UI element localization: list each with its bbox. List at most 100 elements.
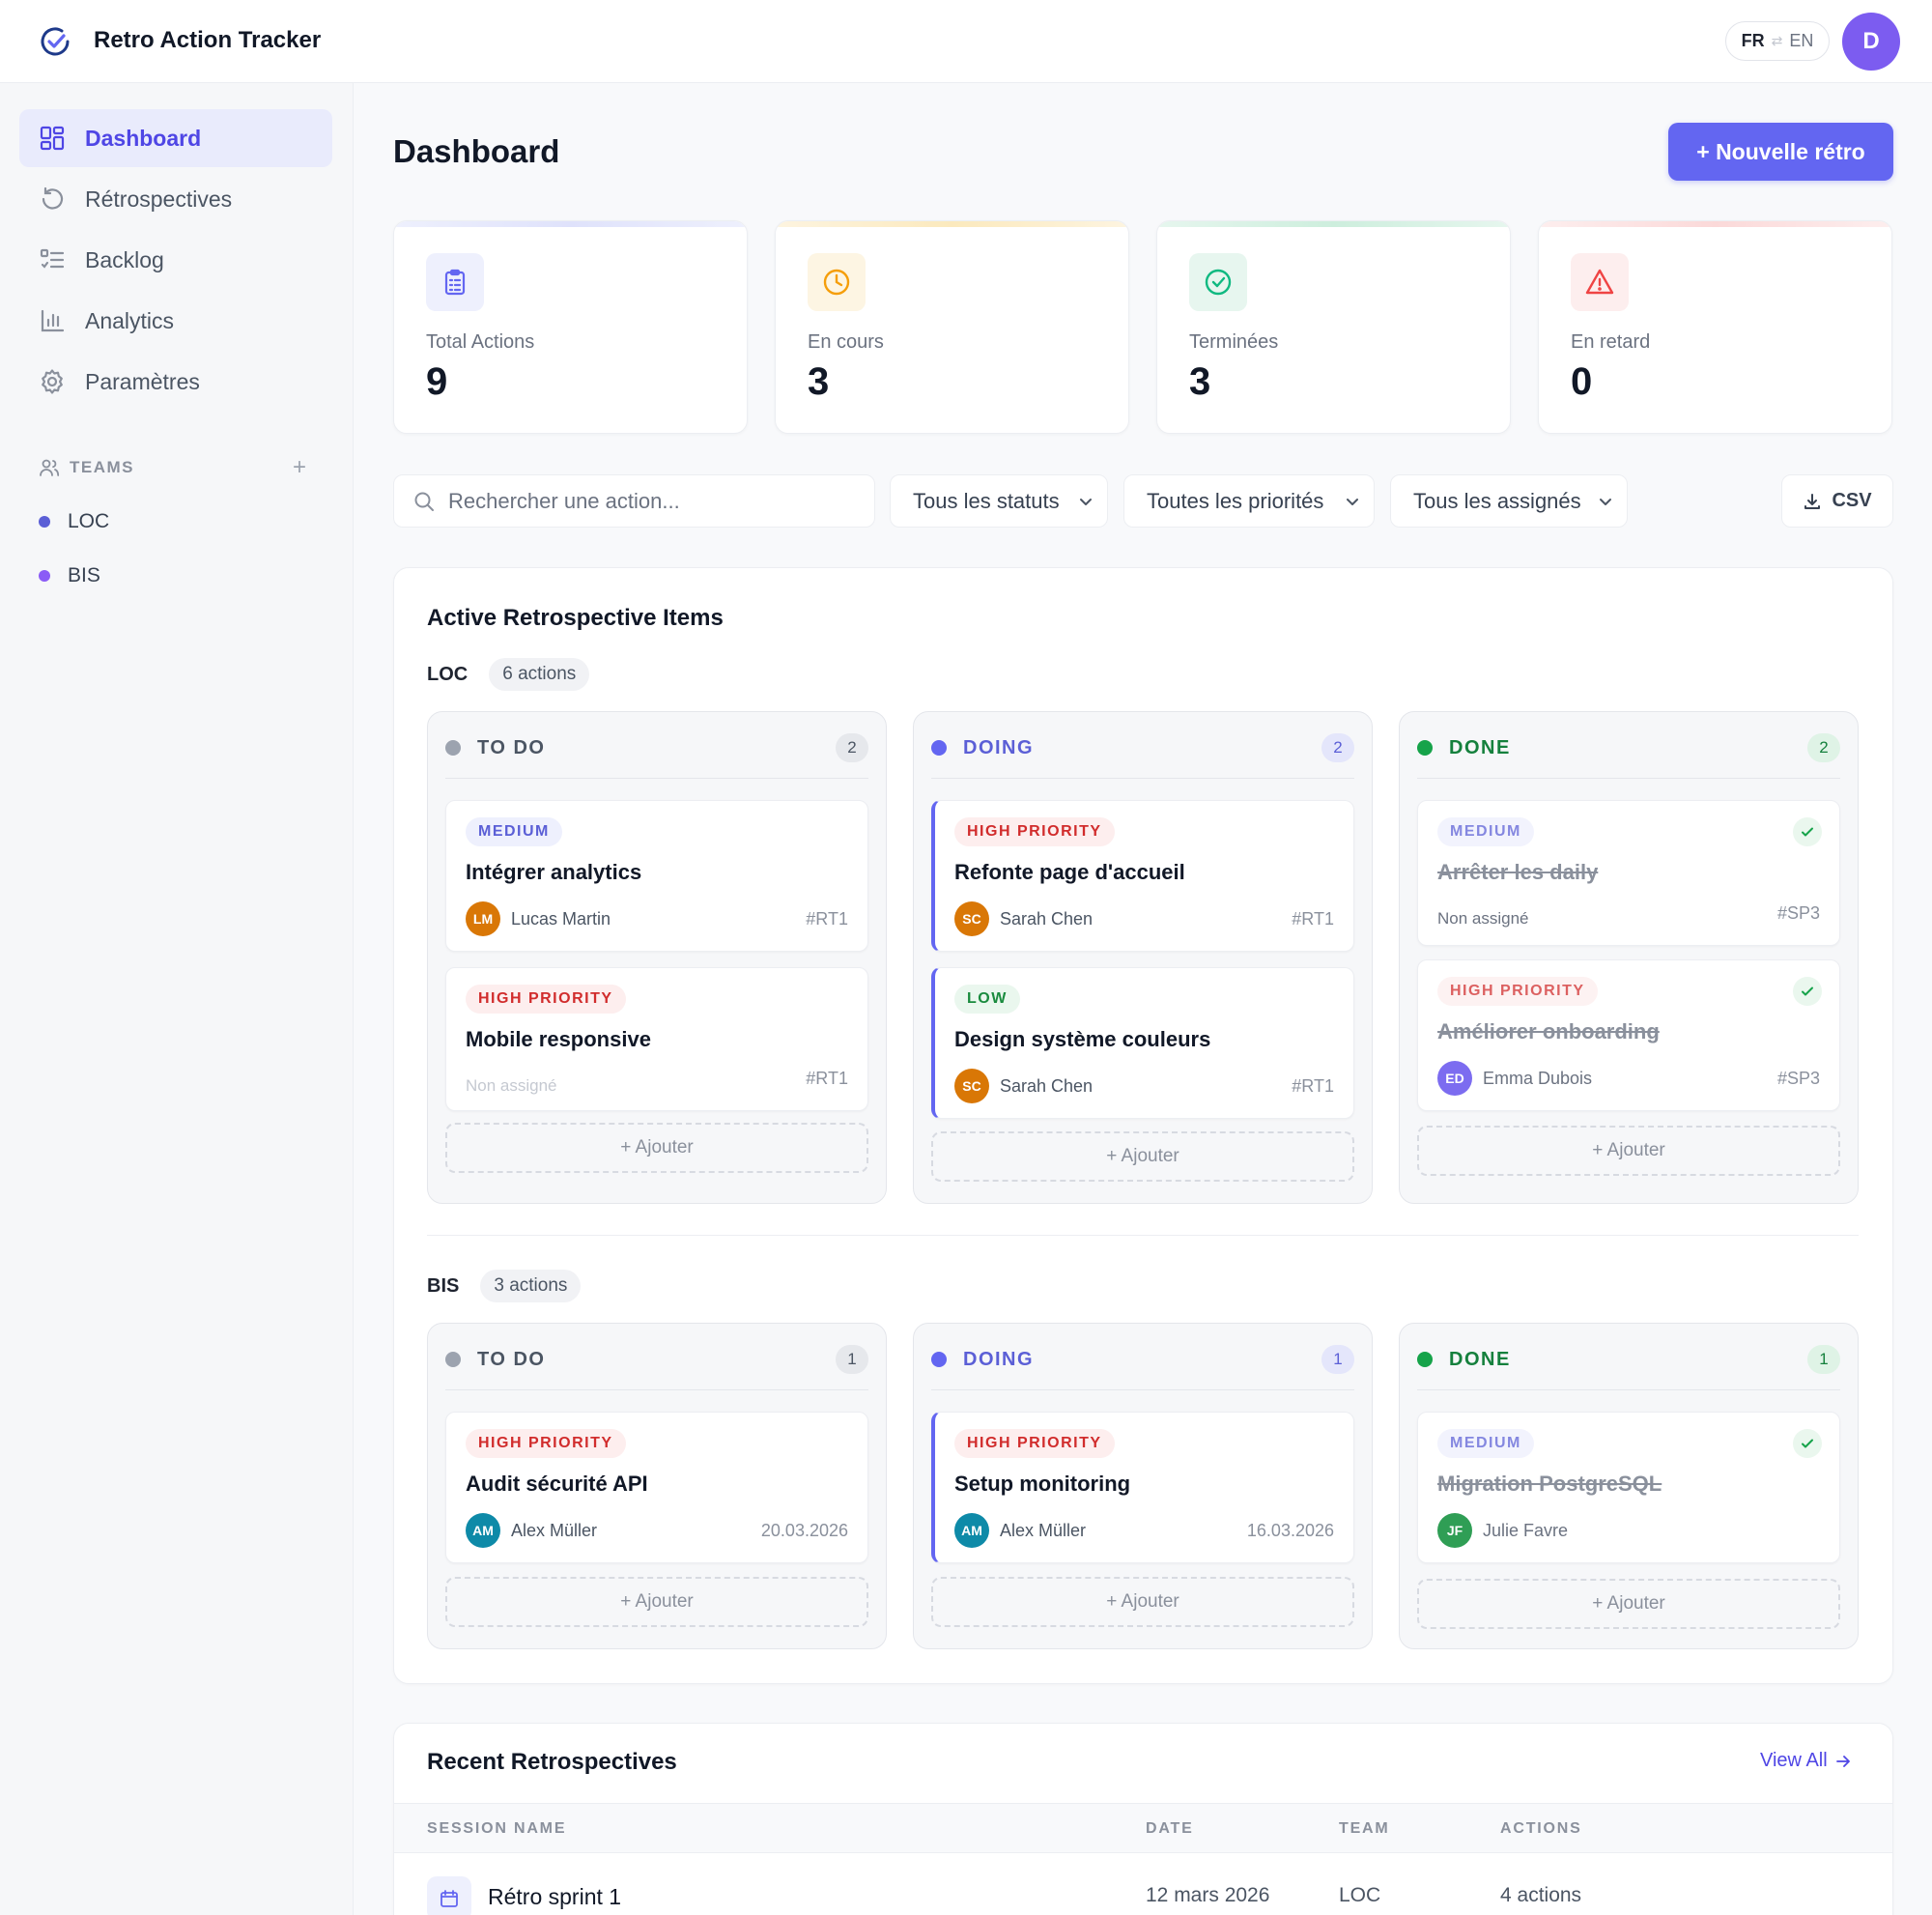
column-count: 1 bbox=[1807, 1345, 1840, 1374]
assignee-name: Non assigné bbox=[466, 1076, 557, 1095]
export-csv-button[interactable]: CSV bbox=[1781, 474, 1893, 528]
action-card[interactable]: MEDIUM Intégrer analytics LM Lucas Marti… bbox=[445, 800, 868, 952]
card-title: Mobile responsive bbox=[466, 1027, 651, 1051]
arrow-right-icon bbox=[1835, 1754, 1851, 1769]
avatar: JF bbox=[1437, 1513, 1472, 1548]
assignee-name: Emma Dubois bbox=[1483, 1068, 1593, 1088]
retro-session-name[interactable]: Rétro sprint 1 bbox=[488, 1884, 621, 1910]
export-label: CSV bbox=[1832, 490, 1872, 511]
sidebar-item-settings[interactable]: Paramètres bbox=[19, 353, 332, 411]
add-card-button[interactable]: + Ajouter bbox=[445, 1123, 868, 1173]
column-name: TO DO bbox=[477, 1348, 546, 1370]
priority-filter-select[interactable]: Toutes les priorités bbox=[1123, 474, 1375, 528]
logo-check-icon[interactable] bbox=[39, 25, 71, 58]
card-due-date: 20.03.2026 bbox=[760, 1521, 848, 1540]
column-header: DOING 2 bbox=[931, 731, 1354, 764]
avatar: ED bbox=[1437, 1061, 1472, 1096]
card-assignee: AM Alex Müller bbox=[954, 1513, 1086, 1548]
priority-badge: HIGH PRIORITY bbox=[466, 985, 626, 1014]
sidebar-team-bis[interactable]: BIS bbox=[39, 561, 100, 590]
group-header-bis: BIS 3 actions bbox=[427, 1270, 582, 1302]
column-count: 2 bbox=[1321, 733, 1354, 762]
column-name: TO DO bbox=[477, 736, 546, 758]
stat-label: En retard bbox=[1571, 331, 1651, 353]
action-card[interactable]: HIGH PRIORITY Améliorer onboarding ED Em… bbox=[1417, 959, 1840, 1111]
column-header: TO DO 1 bbox=[445, 1343, 868, 1376]
sidebar-item-retrospectives[interactable]: Rétrospectives bbox=[19, 170, 332, 228]
action-card[interactable]: MEDIUM Arrêter les daily Non assigné #SP… bbox=[1417, 800, 1840, 946]
team-dot bbox=[39, 516, 50, 528]
column-count: 2 bbox=[836, 733, 868, 762]
add-card-button[interactable]: + Ajouter bbox=[931, 1577, 1354, 1627]
add-card-button[interactable]: + Ajouter bbox=[931, 1131, 1354, 1182]
top-bar: Retro Action Tracker FR ⇄ EN D bbox=[0, 0, 1932, 83]
action-card[interactable]: LOW Design système couleurs SC Sarah Che… bbox=[931, 967, 1354, 1119]
avatar: SC bbox=[954, 1069, 989, 1103]
action-card[interactable]: HIGH PRIORITY Mobile responsive Non assi… bbox=[445, 967, 868, 1111]
action-card[interactable]: HIGH PRIORITY Setup monitoring AM Alex M… bbox=[931, 1412, 1354, 1563]
card-title: Migration PostgreSQL bbox=[1437, 1472, 1662, 1496]
card-title: Audit sécurité API bbox=[466, 1472, 648, 1496]
group-action-count: 3 actions bbox=[480, 1270, 582, 1302]
page-title: Dashboard bbox=[393, 133, 560, 169]
users-icon bbox=[39, 457, 60, 478]
retro-date: 12 mars 2026 bbox=[1146, 1884, 1270, 1906]
status-filter-select[interactable]: Tous les statuts bbox=[890, 474, 1108, 528]
user-avatar[interactable]: D bbox=[1842, 13, 1900, 71]
column-name: DONE bbox=[1449, 1348, 1511, 1370]
stat-label: Terminées bbox=[1189, 331, 1279, 353]
assignee-name: Sarah Chen bbox=[1000, 1075, 1094, 1096]
column-divider bbox=[1417, 778, 1840, 779]
teams-header: TEAMS + bbox=[39, 454, 313, 481]
view-all-link[interactable]: View All bbox=[1760, 1750, 1851, 1772]
priority-badge: LOW bbox=[954, 985, 1020, 1014]
action-card[interactable]: HIGH PRIORITY Refonte page d'accueil SC … bbox=[931, 800, 1354, 952]
priority-badge: HIGH PRIORITY bbox=[1437, 977, 1598, 1006]
stat-accent-bar bbox=[394, 221, 747, 227]
sidebar-team-loc[interactable]: LOC bbox=[39, 507, 109, 536]
group-divider bbox=[427, 1235, 1859, 1236]
action-card[interactable]: MEDIUM Migration PostgreSQL JF Julie Fav… bbox=[1417, 1412, 1840, 1563]
assignee-filter-select[interactable]: Tous les assignés bbox=[1390, 474, 1628, 528]
priority-badge: HIGH PRIORITY bbox=[954, 817, 1115, 846]
add-team-button[interactable]: + bbox=[286, 454, 313, 481]
search-input[interactable] bbox=[448, 488, 854, 514]
card-title: Améliorer onboarding bbox=[1437, 1019, 1660, 1043]
clock-icon bbox=[808, 253, 866, 311]
done-check-icon bbox=[1793, 817, 1822, 846]
clipboard-icon bbox=[426, 253, 484, 311]
chevron-down-icon bbox=[1598, 494, 1613, 509]
column-header-team: TEAM bbox=[1339, 1820, 1390, 1837]
card-assignee: Non assigné bbox=[466, 1069, 557, 1103]
status-dot bbox=[1417, 740, 1433, 756]
language-toggle[interactable]: FR ⇄ EN bbox=[1725, 21, 1830, 61]
add-card-button[interactable]: + Ajouter bbox=[1417, 1126, 1840, 1176]
sidebar-item-backlog[interactable]: Backlog bbox=[19, 231, 332, 289]
add-card-button[interactable]: + Ajouter bbox=[1417, 1579, 1840, 1629]
column-divider bbox=[445, 778, 868, 779]
gear-icon bbox=[39, 368, 66, 395]
assignee-name: Lucas Martin bbox=[511, 908, 611, 929]
select-value: Tous les statuts bbox=[913, 488, 1060, 513]
column-doing: DOING 2 HIGH PRIORITY Refonte page d'acc… bbox=[913, 711, 1373, 1204]
new-retro-button[interactable]: + Nouvelle rétro bbox=[1668, 123, 1893, 181]
sidebar-item-label: Paramètres bbox=[85, 368, 200, 394]
column-todo: TO DO 1 HIGH PRIORITY Audit sécurité API… bbox=[427, 1323, 887, 1649]
calendar-icon bbox=[427, 1876, 471, 1915]
search-box[interactable] bbox=[393, 474, 875, 528]
card-title: Arrêter les daily bbox=[1437, 860, 1599, 884]
add-card-button[interactable]: + Ajouter bbox=[445, 1577, 868, 1627]
priority-badge: MEDIUM bbox=[466, 817, 562, 846]
card-assignee: LM Lucas Martin bbox=[466, 901, 611, 936]
column-done: DONE 2 MEDIUM Arrêter les daily Non assi… bbox=[1399, 711, 1859, 1204]
column-doing: DOING 1 HIGH PRIORITY Setup monitoring A… bbox=[913, 1323, 1373, 1649]
card-assignee: AM Alex Müller bbox=[466, 1513, 597, 1548]
action-card[interactable]: HIGH PRIORITY Audit sécurité API AM Alex… bbox=[445, 1412, 868, 1563]
sidebar-item-analytics[interactable]: Analytics bbox=[19, 292, 332, 350]
card-title: Intégrer analytics bbox=[466, 860, 642, 884]
group-team-name: BIS bbox=[427, 1274, 460, 1297]
app-title: Retro Action Tracker bbox=[94, 27, 322, 53]
sidebar-item-dashboard[interactable]: Dashboard bbox=[19, 109, 332, 167]
card-ref: #SP3 bbox=[1776, 903, 1820, 923]
card-title: Setup monitoring bbox=[954, 1472, 1131, 1496]
